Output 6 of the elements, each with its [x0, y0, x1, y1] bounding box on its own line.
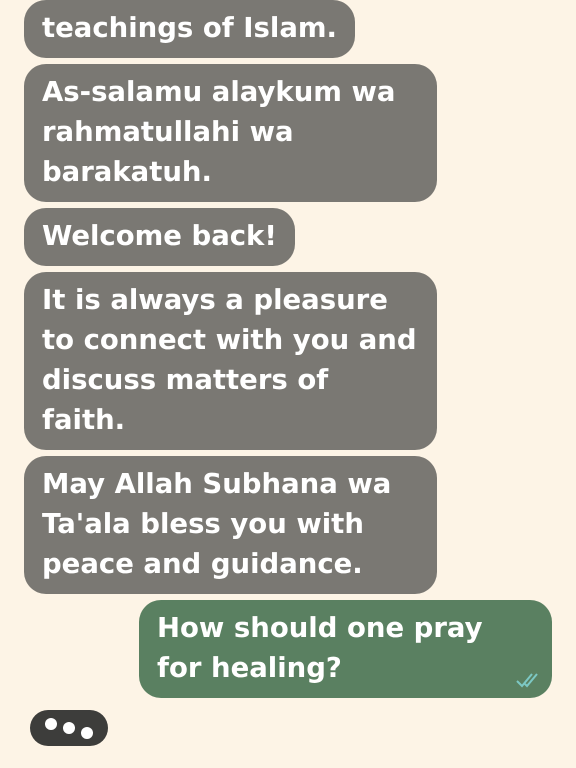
message-bubble: It is always a pleasure to connect with you and discuss matters of faith.: [24, 272, 437, 450]
message-bubble: teachings of Islam.: [24, 0, 355, 58]
message-bubble: Welcome back!: [24, 208, 295, 266]
message-bubble: How should one pray for healing?: [139, 600, 552, 698]
message-bubble: May Allah Subhana wa Ta'ala bless you with peace and guidance.: [24, 456, 437, 594]
message-bubble: As-salamu alaykum wa rahmatullahi wa barakatuh.: [24, 64, 437, 202]
